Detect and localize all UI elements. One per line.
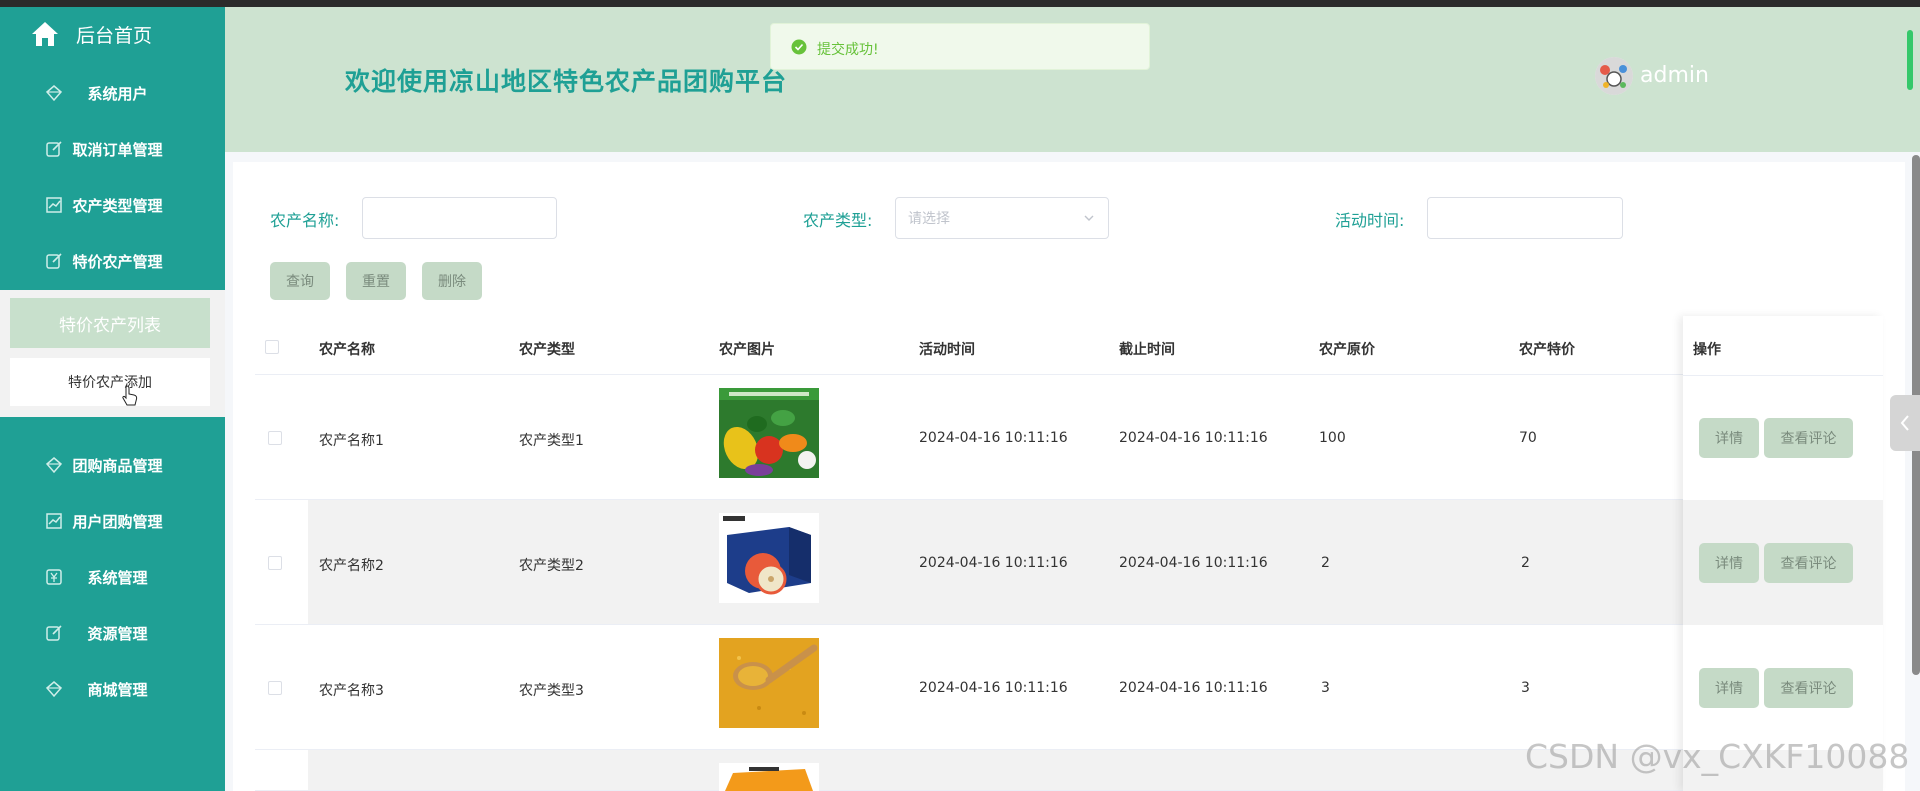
cell-original-price: 3 xyxy=(1321,680,1330,696)
table-row[interactable]: 农产名称1 农产类型1 2024-04-16 10:11:16 2024-04-… xyxy=(255,375,1883,500)
col-header-end-time[interactable]: 截止时间 xyxy=(1119,339,1175,359)
chevron-down-icon xyxy=(1084,215,1094,221)
cell-original-price: 100 xyxy=(1319,430,1346,446)
cell-type: 农产类型2 xyxy=(519,558,584,574)
row-checkbox[interactable] xyxy=(268,431,282,445)
col-header-start-time[interactable]: 活动时间 xyxy=(919,339,975,359)
sidebar-home-label: 后台首页 xyxy=(76,25,153,47)
select-all-checkbox[interactable] xyxy=(265,340,279,354)
check-circle-icon xyxy=(791,39,807,55)
sidebar: 后台首页 系统用户 取消订单管理 农产类型管理 特价农产管理 特价农产列表 特价… xyxy=(0,7,225,791)
table-header: 农产名称 农产类型 农产图片 活动时间 截止时间 农产原价 农产特价 xyxy=(255,320,1883,375)
detail-button[interactable]: 详情 xyxy=(1699,543,1759,583)
watermark: CSDN @vx_CXKF10088 xyxy=(1525,737,1910,776)
sidebar-item-label: 系统管理 xyxy=(87,569,148,587)
orange-box-image xyxy=(719,763,819,791)
row-checkbox[interactable] xyxy=(268,681,282,695)
avatar[interactable] xyxy=(1595,57,1633,95)
col-header-type[interactable]: 农产类型 xyxy=(519,339,575,359)
table-row[interactable]: 农产名称3 农产类型3 2024-04-16 10:11:16 2024-04-… xyxy=(255,625,1883,750)
col-header-name[interactable]: 农产名称 xyxy=(319,339,375,359)
col-header-image[interactable]: 农产图片 xyxy=(719,339,775,359)
cell-special-price: 3 xyxy=(1521,680,1530,696)
sidebar-item-product-types[interactable]: 农产类型管理 xyxy=(0,184,225,224)
sidebar-item-label: 取消订单管理 xyxy=(72,141,163,159)
type-filter-select[interactable]: 请选择 xyxy=(895,197,1109,239)
hand-cursor-icon xyxy=(122,385,138,406)
type-filter-placeholder: 请选择 xyxy=(908,211,950,227)
sidebar-item-label: 商城管理 xyxy=(87,681,148,699)
cell-original-price: 2 xyxy=(1321,555,1330,571)
view-comments-button[interactable]: 查看评论 xyxy=(1764,543,1853,583)
vegetables-image xyxy=(719,388,819,478)
sidebar-item-resources[interactable]: 资源管理 xyxy=(0,612,225,652)
type-filter-label: 农产类型: xyxy=(803,211,873,230)
cell-start-time: 2024-04-16 10:11:16 xyxy=(919,680,1068,696)
reset-button[interactable]: 重置 xyxy=(346,262,406,300)
cell-name: 农产名称3 xyxy=(319,683,384,699)
sidebar-item-label: 特价农产管理 xyxy=(72,253,163,271)
sidebar-item-label: 用户团购管理 xyxy=(72,513,163,531)
millet-image xyxy=(719,638,819,728)
cell-start-time: 2024-04-16 10:11:16 xyxy=(919,430,1068,446)
sidebar-item-system-users[interactable]: 系统用户 xyxy=(0,72,225,112)
delete-button[interactable]: 删除 xyxy=(422,262,482,300)
divider xyxy=(1683,375,1883,376)
home-icon xyxy=(32,22,58,46)
view-comments-button[interactable]: 查看评论 xyxy=(1764,418,1853,458)
sidebar-item-cancel-orders[interactable]: 取消订单管理 xyxy=(0,128,225,168)
submenu-item-special-list[interactable]: 特价农产列表 xyxy=(10,298,210,348)
operations-column: 操作 详情 查看评论 详情 查看评论 详情 查看评论 xyxy=(1683,316,1883,791)
cell-special-price: 70 xyxy=(1519,430,1537,446)
side-collapse-tab[interactable] xyxy=(1890,395,1920,451)
sidebar-item-label: 资源管理 xyxy=(87,625,148,643)
row-gutter xyxy=(255,750,308,790)
name-filter-label: 农产名称: xyxy=(270,211,340,230)
view-comments-button[interactable]: 查看评论 xyxy=(1764,668,1853,708)
cell-name: 农产名称2 xyxy=(319,558,384,574)
col-header-original-price[interactable]: 农产原价 xyxy=(1319,339,1375,359)
sidebar-home[interactable]: 后台首页 xyxy=(0,7,225,59)
col-header-special-price[interactable]: 农产特价 xyxy=(1519,339,1575,359)
avatar-image xyxy=(1595,57,1633,95)
window-top-bar xyxy=(0,0,1920,7)
name-filter-input[interactable] xyxy=(362,197,557,239)
page-title: 欢迎使用凉山地区特色农产品团购平台 xyxy=(345,67,788,96)
cell-end-time: 2024-04-16 10:11:16 xyxy=(1119,430,1268,446)
success-toast: 提交成功! xyxy=(770,23,1150,70)
sidebar-item-special-products[interactable]: 特价农产管理 xyxy=(0,240,225,280)
sidebar-item-system-manage[interactable]: 系统管理 xyxy=(0,556,225,596)
detail-button[interactable]: 详情 xyxy=(1699,668,1759,708)
apple-box-image xyxy=(719,513,819,603)
sidebar-item-mall[interactable]: 商城管理 xyxy=(0,668,225,708)
cell-type: 农产类型3 xyxy=(519,683,584,699)
chevron-left-icon xyxy=(1900,415,1909,431)
submenu-item-special-add[interactable]: 特价农产添加 xyxy=(10,358,210,406)
sidebar-item-label: 系统用户 xyxy=(87,85,148,103)
cell-end-time: 2024-04-16 10:11:16 xyxy=(1119,555,1268,571)
search-button[interactable]: 查询 xyxy=(270,262,330,300)
sidebar-item-label: 团购商品管理 xyxy=(72,457,163,475)
username[interactable]: admin xyxy=(1640,63,1709,88)
detail-button[interactable]: 详情 xyxy=(1699,418,1759,458)
cell-end-time: 2024-04-16 10:11:16 xyxy=(1119,680,1268,696)
time-filter-input[interactable] xyxy=(1427,197,1623,239)
cell-special-price: 2 xyxy=(1521,555,1530,571)
table-row[interactable]: 农产名称2 农产类型2 2024-04-16 10:11:16 2024-04-… xyxy=(255,500,1883,625)
col-header-operations: 操作 xyxy=(1693,342,1721,358)
cell-type: 农产类型1 xyxy=(519,433,584,449)
time-filter-label: 活动时间: xyxy=(1335,211,1405,230)
cell-start-time: 2024-04-16 10:11:16 xyxy=(919,555,1068,571)
row-checkbox[interactable] xyxy=(268,556,282,570)
header-scroll-indicator xyxy=(1907,30,1913,90)
sidebar-item-user-groups[interactable]: 用户团购管理 xyxy=(0,500,225,540)
sidebar-item-group-goods[interactable]: 团购商品管理 xyxy=(0,444,225,484)
sidebar-item-label: 农产类型管理 xyxy=(72,197,163,215)
toast-message: 提交成功! xyxy=(817,42,879,58)
cell-name: 农产名称1 xyxy=(319,433,384,449)
